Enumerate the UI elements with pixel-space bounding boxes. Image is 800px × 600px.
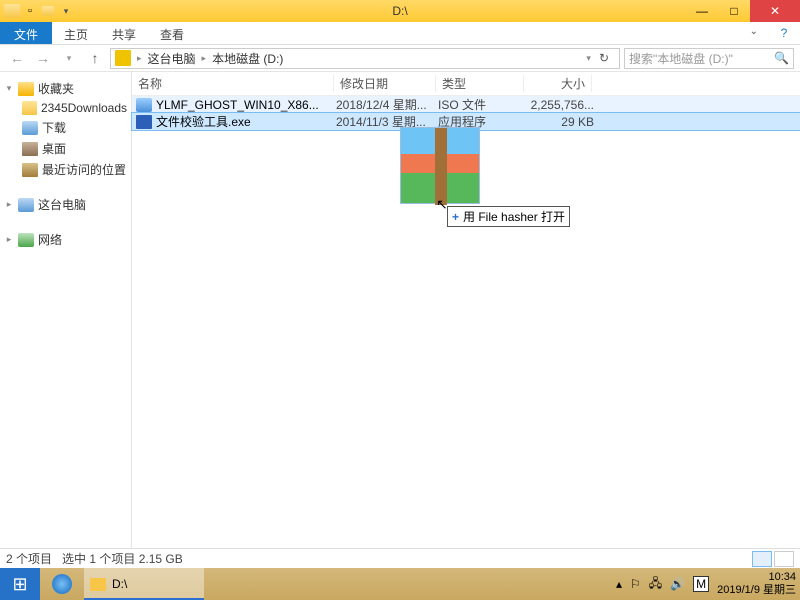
recent-icon <box>22 163 38 177</box>
minimize-button[interactable]: — <box>686 0 718 22</box>
properties-icon[interactable]: ▫ <box>22 3 38 19</box>
refresh-button[interactable]: ↻ <box>593 51 615 65</box>
search-placeholder: 搜索"本地磁盘 (D:)" <box>629 50 733 67</box>
chevron-right-icon[interactable]: ▸ <box>4 234 14 245</box>
chevron-down-icon[interactable]: ▾ <box>4 83 14 94</box>
up-button[interactable]: ↑ <box>84 47 106 69</box>
star-icon <box>18 82 34 96</box>
ribbon-expand-icon[interactable]: ⌄ <box>740 22 768 44</box>
taskbar-ie-button[interactable] <box>40 568 84 600</box>
tab-view[interactable]: 查看 <box>148 22 196 44</box>
chevron-right-icon[interactable]: ▸ <box>4 199 14 210</box>
action-center-icon[interactable]: ⚐ <box>630 577 641 591</box>
taskbar-explorer-button[interactable]: D:\ <box>84 568 204 600</box>
new-folder-icon[interactable] <box>40 3 56 19</box>
search-input[interactable]: 搜索"本地磁盘 (D:)" 🔍 <box>624 48 794 69</box>
folder-icon <box>4 3 20 19</box>
qat-dropdown-icon[interactable]: ▾ <box>58 3 74 19</box>
help-button[interactable]: ? <box>768 22 800 44</box>
column-headers: 名称 修改日期 类型 大小 <box>132 72 800 96</box>
network-icon <box>18 233 34 247</box>
ie-icon <box>52 574 72 594</box>
volume-icon[interactable]: 🔊 <box>670 577 685 591</box>
ribbon-tabs: 文件 主页 共享 查看 ⌄ ? <box>0 22 800 45</box>
selection-info: 选中 1 个项目 2.15 GB <box>62 550 183 567</box>
back-button[interactable]: ← <box>6 47 28 69</box>
plus-icon: + <box>452 210 459 224</box>
clock[interactable]: 10:34 2019/1/9 星期三 <box>717 571 796 596</box>
status-bar: 2 个项目 选中 1 个项目 2.15 GB <box>0 548 800 568</box>
icons-view-button[interactable] <box>774 551 794 567</box>
file-row[interactable]: YLMF_GHOST_WIN10_X86... 2018/12/4 星期... … <box>132 96 800 113</box>
sidebar-this-pc[interactable]: ▸ 这台电脑 <box>0 194 131 215</box>
quick-access-toolbar: ▫ ▾ <box>0 3 78 19</box>
recent-dropdown-icon[interactable]: ▾ <box>58 47 80 69</box>
iso-file-icon <box>136 98 152 112</box>
chevron-right-icon[interactable]: ▸ <box>133 53 146 64</box>
start-button[interactable]: ⊞ <box>0 568 40 600</box>
sidebar-network[interactable]: ▸ 网络 <box>0 229 131 250</box>
sidebar-item-desktop[interactable]: 桌面 <box>0 138 131 159</box>
tab-share[interactable]: 共享 <box>100 22 148 44</box>
col-date[interactable]: 修改日期 <box>334 75 436 92</box>
cursor-icon: ↖ <box>436 196 448 213</box>
chevron-right-icon[interactable]: ▸ <box>198 53 211 64</box>
ime-icon[interactable]: M <box>693 576 709 592</box>
taskbar: ⊞ D:\ ▴ ⚐ 🖧 🔊 M 10:34 2019/1/9 星期三 <box>0 568 800 600</box>
download-icon <box>22 121 38 135</box>
tab-home[interactable]: 主页 <box>52 22 100 44</box>
search-icon[interactable]: 🔍 <box>774 51 789 65</box>
crumb-drive[interactable]: 本地磁盘 (D:) <box>212 50 283 67</box>
drag-preview-icon <box>400 127 480 204</box>
nav-bar: ← → ▾ ↑ ▸ 这台电脑 ▸ 本地磁盘 (D:) ▾ ↻ 搜索"本地磁盘 (… <box>0 45 800 72</box>
sidebar-item-2345downloads[interactable]: 2345Downloads <box>0 99 131 117</box>
file-list: 名称 修改日期 类型 大小 YLMF_GHOST_WIN10_X86... 20… <box>132 72 800 558</box>
col-name[interactable]: 名称 <box>132 75 334 92</box>
nav-sidebar: ▾ 收藏夹 2345Downloads 下载 桌面 最近访问的位置 ▸ 这台电脑… <box>0 72 132 558</box>
forward-button[interactable]: → <box>32 47 54 69</box>
network-icon[interactable]: 🖧 <box>649 574 662 595</box>
computer-icon <box>18 198 34 212</box>
col-type[interactable]: 类型 <box>436 75 524 92</box>
sidebar-favorites[interactable]: ▾ 收藏夹 <box>0 78 131 99</box>
maximize-button[interactable]: □ <box>718 0 750 22</box>
sidebar-item-downloads[interactable]: 下载 <box>0 117 131 138</box>
folder-icon <box>22 101 37 115</box>
file-tab[interactable]: 文件 <box>0 22 52 44</box>
tray-chevron-icon[interactable]: ▴ <box>616 577 622 591</box>
breadcrumb[interactable]: ▸ 这台电脑 ▸ 本地磁盘 (D:) ▾ ↻ <box>110 48 620 69</box>
close-button[interactable]: ✕ <box>750 0 800 22</box>
system-tray: ▴ ⚐ 🖧 🔊 M 10:34 2019/1/9 星期三 <box>616 571 800 596</box>
drag-tooltip: + 用 File hasher 打开 <box>447 206 570 227</box>
sidebar-item-recent[interactable]: 最近访问的位置 <box>0 159 131 180</box>
desktop-icon <box>22 142 38 156</box>
exe-file-icon <box>136 115 152 129</box>
col-size[interactable]: 大小 <box>524 75 592 92</box>
item-count: 2 个项目 <box>6 550 52 567</box>
drive-icon <box>115 50 131 66</box>
window-title: D:\ <box>392 4 407 18</box>
folder-icon <box>90 578 106 591</box>
main-area: ▾ 收藏夹 2345Downloads 下载 桌面 最近访问的位置 ▸ 这台电脑… <box>0 72 800 558</box>
details-view-button[interactable] <box>752 551 772 567</box>
crumb-this-pc[interactable]: 这台电脑 <box>148 50 196 67</box>
crumb-dropdown-icon[interactable]: ▾ <box>586 53 591 64</box>
title-bar: ▫ ▾ D:\ — □ ✕ <box>0 0 800 22</box>
